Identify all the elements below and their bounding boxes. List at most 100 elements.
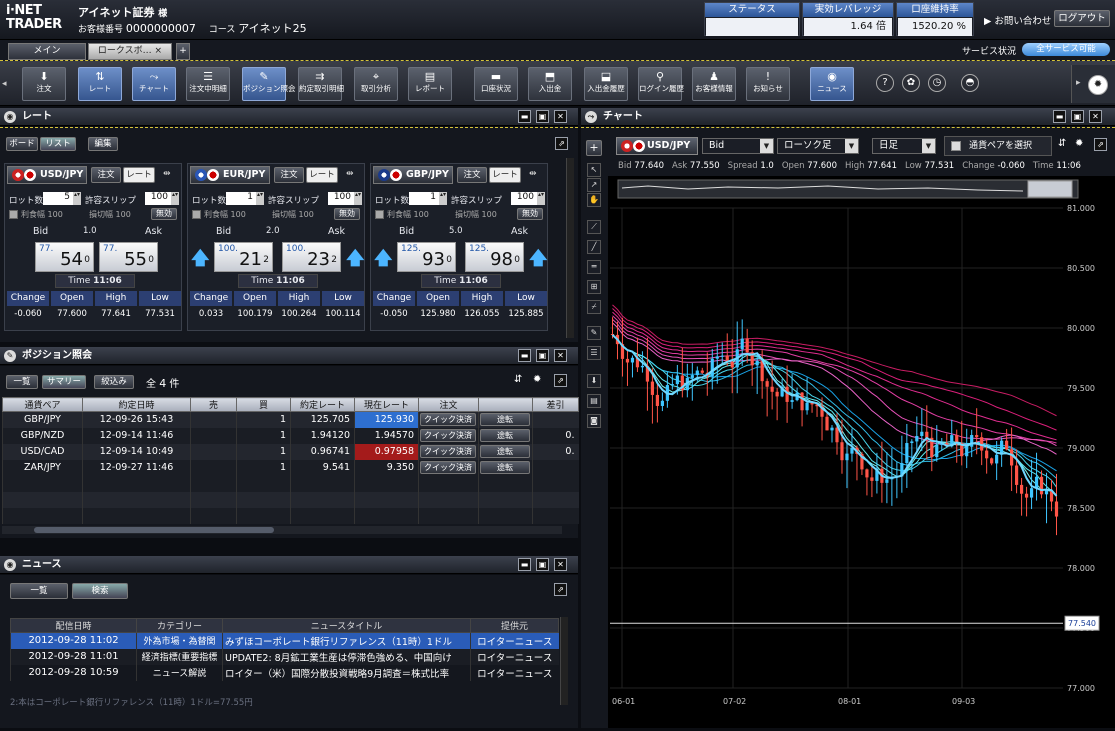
position-col-header[interactable] [478,397,533,412]
ask-price-button[interactable]: 77. 55 0 [99,242,158,272]
zoom-in-icon[interactable]: + [586,140,602,156]
position-hscrollbar[interactable] [2,526,562,534]
swap-icon[interactable]: ⇹ [346,169,354,179]
slip-input[interactable]: 100 [145,192,171,205]
invalid-button[interactable]: 無効 [334,208,360,220]
checkbox-icon[interactable] [192,210,201,219]
lot-input[interactable]: 1 [409,192,439,205]
close-icon[interactable]: ✕ [554,558,567,571]
pen-icon[interactable]: ✎ [587,326,601,340]
chart-pair-selector[interactable]: USD/JPY [616,137,698,155]
news-col-header[interactable]: カテゴリー [136,618,223,633]
position-list-button[interactable]: 一覧 [6,375,38,389]
rate-button[interactable]: レート [489,167,521,183]
swap-icon[interactable]: ⇹ [529,169,537,179]
bid-price-button[interactable]: 125. 93 0 [397,242,456,272]
tab-main[interactable]: メイン [8,43,86,60]
minimize-icon[interactable]: ▬ [518,349,531,362]
popout-icon[interactable]: ⇗ [1094,138,1107,151]
lot-stepper-icon[interactable]: ▴▾ [73,192,81,205]
table-row[interactable]: GBP/JPY 12-09-26 15:43 1 125.705 125.930… [2,411,579,428]
news-row[interactable]: 2012-09-28 10:59 ニュース解説 ロイター（米）国際分散投資戦略9… [10,664,559,681]
reverse-button[interactable]: 途転 [480,445,530,458]
summary-button[interactable]: サマリー [42,375,86,389]
close-icon[interactable]: ✕ [1089,110,1102,123]
position-col-header[interactable]: 売 [190,397,237,412]
news-search-button[interactable]: 検索 [72,583,128,599]
minimize-icon[interactable]: ▬ [518,558,531,571]
help-icon[interactable]: ? [876,74,894,92]
news-scrollbar[interactable] [560,617,568,705]
toolbar-button-14[interactable]: ◉ ニュース [810,67,854,101]
edit-button[interactable]: 編集 [88,137,118,151]
news-row[interactable]: 2012-09-28 11:01 経済指標(重要指標 UPDATE2: 8月鉱工… [10,648,559,665]
chat-icon[interactable]: ◓ [961,74,979,92]
ask-price-button[interactable]: 100. 23 2 [282,242,341,272]
quick-settle-button[interactable]: クイック決済 [420,445,476,458]
tab-close-icon[interactable]: × [155,46,163,56]
quick-settle-button[interactable]: クイック決済 [420,429,476,442]
news-col-header[interactable]: 提供元 [470,618,559,633]
position-col-header[interactable]: 通貨ペア [2,397,83,412]
download-icon[interactable]: ⬇ [587,374,601,388]
ask-price-button[interactable]: 125. 98 0 [465,242,524,272]
toolbar-button-8[interactable]: ▬ 口座状況 [474,67,518,101]
maximize-icon[interactable]: ▣ [536,349,549,362]
chart-type-select[interactable]: ローソク足 ▼ [777,138,859,154]
table-row[interactable]: GBP/NZD 12-09-14 11:46 1 1.94120 1.94570… [2,427,579,444]
bid-price-button[interactable]: 100. 21 2 [214,242,273,272]
slip-stepper-icon[interactable]: ▴▾ [354,192,362,205]
filter-button[interactable]: 絞込み [94,375,134,389]
contact-link[interactable]: ▶ お問い合わせ [984,13,1051,27]
minimize-icon[interactable]: ▬ [518,110,531,123]
position-col-header[interactable]: 買 [236,397,291,412]
settings-circle-icon[interactable]: ✿ [902,74,920,92]
line-icon[interactable]: ╱ [587,240,601,254]
hline-icon[interactable]: ═ [587,260,601,274]
popout-icon[interactable]: ⇗ [554,583,567,596]
invalid-button[interactable]: 無効 [151,208,177,220]
toolbar-button-11[interactable]: ⚲ ログイン履歴 [638,67,684,101]
gear-icon[interactable]: ✹ [533,374,541,385]
slip-input[interactable]: 100 [511,192,537,205]
table-row[interactable]: ZAR/JPY 12-09-27 11:46 1 9.541 9.350 クイッ… [2,459,579,476]
toolbar-button-12[interactable]: ♟ お客様情報 [692,67,736,101]
trendline-icon[interactable]: ⟋ [587,220,601,234]
period-select[interactable]: 日足 ▼ [872,138,936,154]
toolbar-button-1[interactable]: ⇅ レート [78,67,122,101]
position-col-header[interactable]: 注文 [418,397,479,412]
maximize-icon[interactable]: ▣ [536,110,549,123]
lot-input[interactable]: 1 [226,192,256,205]
gear-icon[interactable]: ✹ [1075,138,1083,149]
toolbar-button-4[interactable]: ✎ ポジション照会 [242,67,296,101]
lot-input[interactable]: 5 [43,192,73,205]
close-icon[interactable]: ✕ [554,110,567,123]
bid-price-button[interactable]: 77. 54 0 [35,242,94,272]
slip-stepper-icon[interactable]: ▴▾ [537,192,545,205]
rate-button[interactable]: レート [123,167,155,183]
cursor-icon[interactable]: ↖ [587,163,601,177]
column-settings-icon[interactable]: ⇵ [514,374,522,385]
bid-ask-select[interactable]: Bid ▼ [702,138,774,154]
maximize-icon[interactable]: ▣ [1071,110,1084,123]
toolbar-button-5[interactable]: ⇉ 約定取引明細 [298,67,344,101]
draw-cursor-icon[interactable]: ↗ [587,178,601,192]
order-button[interactable]: 注文 [457,167,487,183]
toolbar-button-10[interactable]: ⬓ 入出金履歴 [584,67,628,101]
logout-button[interactable]: ログアウト [1054,10,1110,27]
clock-icon[interactable]: ◷ [928,74,946,92]
chart-area[interactable]: 81.000 80.500 80.000 79.500 79.000 78.500 78.0… [608,176,1115,728]
list-view-button[interactable]: リスト [40,137,76,151]
reverse-button[interactable]: 途転 [480,461,530,474]
toolbar-scroll-right-icon[interactable]: ▸ [1076,78,1081,88]
close-icon[interactable]: ✕ [554,349,567,362]
position-col-header[interactable]: 約定日時 [82,397,191,412]
hand-icon[interactable]: ✋ [587,193,601,207]
reverse-button[interactable]: 途転 [480,429,530,442]
swap-icon[interactable]: ⇹ [163,169,171,179]
board-view-button[interactable]: ボード [6,137,38,151]
toolbar-button-7[interactable]: ▤ レポート [408,67,452,101]
indicator-icon[interactable]: ⇵ [1058,138,1066,149]
quick-settle-button[interactable]: クイック決済 [420,413,476,427]
tab-add-button[interactable]: + [176,43,190,60]
